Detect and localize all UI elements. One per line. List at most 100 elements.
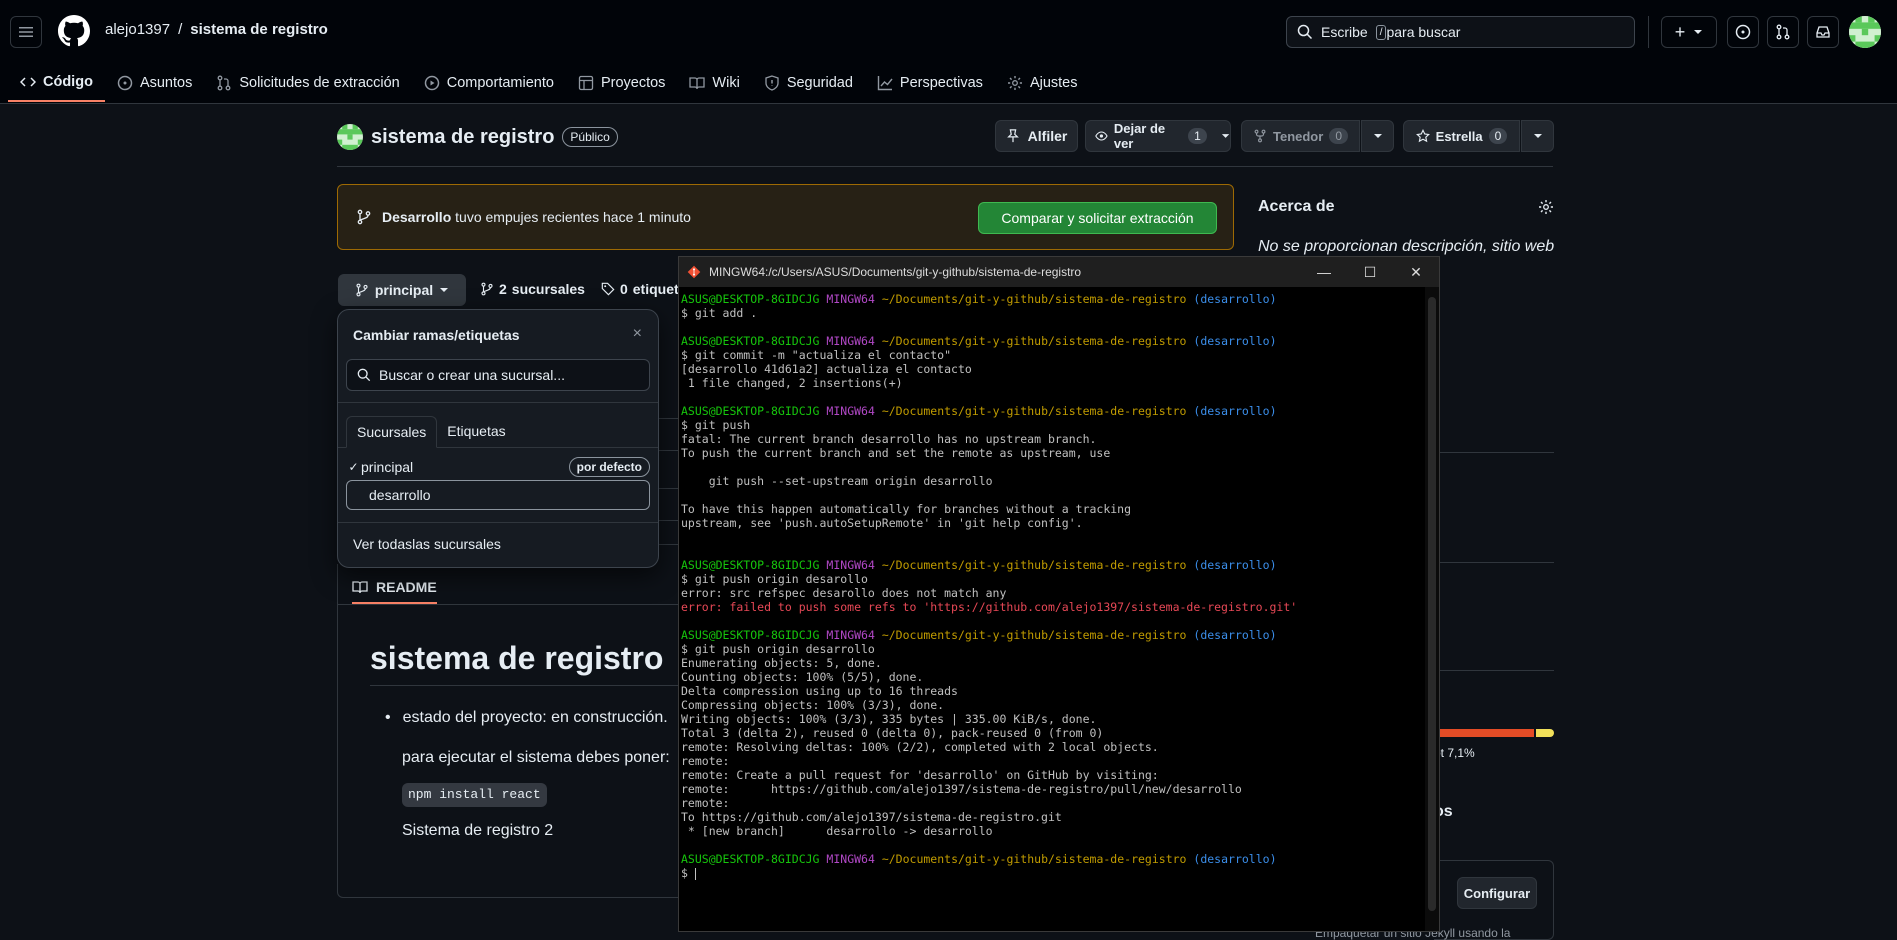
- terminal-output-line: Writing objects: 100% (3/3), 335 bytes |…: [681, 712, 1097, 726]
- pin-label: Alfiler: [1027, 128, 1068, 144]
- check-icon: ✓: [348, 460, 359, 474]
- text-cursor: [694, 867, 696, 880]
- branches-count: 2: [499, 281, 507, 297]
- tab-code[interactable]: Código: [8, 64, 105, 102]
- watch-button[interactable]: Dejar de ver 1: [1085, 120, 1231, 152]
- tab-settings[interactable]: Ajustes: [995, 64, 1090, 102]
- tab-security[interactable]: Seguridad: [752, 64, 865, 102]
- terminal-error-line: error: failed to push some refs to 'http…: [681, 600, 1298, 614]
- window-controls: — ☐ ✕: [1301, 257, 1439, 287]
- terminal-output[interactable]: ASUS@DESKTOP-8GIDCJG MINGW64 ~/Documents…: [681, 292, 1421, 928]
- terminal-prompt-line: ASUS@DESKTOP-8GIDCJG MINGW64 ~/Documents…: [681, 334, 1421, 348]
- star-icon: [1415, 129, 1430, 143]
- identicon-icon: [337, 124, 363, 150]
- tab-pull-requests[interactable]: Solicitudes de extracción: [204, 64, 411, 102]
- issues-button[interactable]: [1727, 16, 1759, 48]
- readme-tab[interactable]: README: [352, 572, 437, 604]
- terminal-prompt-line: ASUS@DESKTOP-8GIDCJG MINGW64 ~/Documents…: [681, 558, 1421, 572]
- branch-item-desarrollo[interactable]: desarrollo: [346, 480, 650, 510]
- fork-dropdown[interactable]: [1361, 120, 1394, 152]
- caret-down-icon: [1373, 134, 1382, 138]
- banner-branch[interactable]: Desarrollo: [382, 209, 451, 225]
- owner-link[interactable]: alejo1397: [105, 21, 170, 38]
- caret-down-icon: [440, 288, 449, 292]
- tab-tags[interactable]: Etiquetas: [437, 415, 515, 447]
- readme-code: npm install react: [402, 783, 547, 807]
- search-placeholder: Escribe: [1321, 24, 1368, 40]
- tab-projects[interactable]: Proyectos: [566, 64, 677, 102]
- language-percent: ot 7,1%: [1434, 746, 1475, 760]
- divider: [659, 450, 679, 451]
- tab-issues[interactable]: Asuntos: [105, 64, 204, 102]
- minimize-icon[interactable]: —: [1301, 257, 1347, 287]
- repo-name[interactable]: sistema de registro: [371, 126, 554, 149]
- terminal-output-line: Delta compression using up to 16 threads: [681, 684, 958, 698]
- branch-selector-button[interactable]: principal: [338, 274, 466, 306]
- issue-icon: [117, 75, 133, 91]
- terminal-window[interactable]: MINGW64:/c/Users/ASUS/Documents/git-y-gi…: [678, 256, 1440, 932]
- divider: [370, 685, 679, 686]
- fork-icon: [1254, 129, 1266, 143]
- pin-icon: [1006, 129, 1019, 143]
- tab-label: Código: [43, 74, 93, 90]
- tab-actions[interactable]: Comportamiento: [412, 64, 566, 102]
- close-icon[interactable]: ×: [633, 325, 642, 343]
- compare-pull-request-button[interactable]: Comparar y solicitar extracción: [978, 202, 1217, 234]
- breadcrumb-separator: /: [178, 21, 183, 38]
- branch-search-input[interactable]: Buscar o crear una sucursal...: [346, 359, 650, 391]
- readme-line: Sistema de registro 2: [402, 821, 554, 839]
- maximize-icon[interactable]: ☐: [1347, 257, 1393, 287]
- divider: [1434, 452, 1554, 453]
- terminal-command: $: [681, 866, 696, 880]
- branch-name: principal: [361, 459, 414, 475]
- pull-requests-button[interactable]: [1767, 16, 1799, 48]
- prompt-path: ~/Documents/git-y-github/sistema-de-regi…: [881, 404, 1187, 418]
- pin-button[interactable]: Alfiler: [995, 120, 1078, 152]
- search-input[interactable]: Escribe / para buscar: [1286, 16, 1635, 48]
- branches-link[interactable]: 2 sucursales: [480, 281, 585, 297]
- branch-item-principal[interactable]: ✓ principal por defecto: [346, 455, 650, 479]
- tab-insights[interactable]: Perspectivas: [865, 64, 995, 102]
- book-icon: [352, 581, 368, 594]
- star-dropdown[interactable]: [1521, 120, 1554, 152]
- terminal-output-line: upstream, see 'push.autoSetupRemote' in …: [681, 516, 1083, 530]
- caret-down-icon: [1694, 30, 1703, 34]
- tab-wiki[interactable]: Wiki: [677, 64, 751, 102]
- github-logo[interactable]: [58, 15, 90, 47]
- about-description: No se proporcionan descripción, sitio we…: [1258, 238, 1555, 255]
- repo-link[interactable]: sistema de registro: [190, 21, 328, 38]
- terminal-scrollbar[interactable]: [1425, 287, 1439, 931]
- inbox-button[interactable]: [1807, 16, 1839, 48]
- terminal-command: $ git push: [681, 418, 751, 432]
- readme-body: • estado del proyecto: en construcción. p…: [370, 706, 670, 843]
- menu-button[interactable]: [10, 16, 42, 48]
- recent-push-banner: Desarrollo tuvo empujes recientes hace 1…: [337, 184, 1234, 250]
- close-icon[interactable]: ✕: [1393, 257, 1439, 287]
- git-bash-icon: [687, 265, 701, 279]
- terminal-output-line: error: src refspec desarollo does not ma…: [681, 586, 1007, 600]
- star-button[interactable]: Estrella 0: [1403, 120, 1520, 152]
- about-settings-button[interactable]: [1538, 199, 1554, 215]
- configure-button[interactable]: Configurar: [1457, 877, 1537, 909]
- divider: [338, 522, 658, 523]
- repo-title: sistema de registro Público: [337, 124, 618, 150]
- fork-button[interactable]: Tenedor 0: [1241, 120, 1360, 152]
- branches-label: sucursales: [511, 281, 585, 297]
- prompt-host: MINGW64: [826, 292, 875, 306]
- play-icon: [424, 75, 439, 91]
- terminal-prompt-line: ASUS@DESKTOP-8GIDCJG MINGW64 ~/Documents…: [681, 292, 1421, 306]
- scrollbar-thumb[interactable]: [1428, 297, 1436, 911]
- user-avatar[interactable]: [1849, 16, 1881, 48]
- view-all-branches-link[interactable]: Ver todaslas sucursales: [353, 536, 501, 552]
- tab-branches[interactable]: Sucursales: [346, 416, 438, 448]
- fork-label: Tenedor: [1272, 128, 1324, 144]
- create-new-button[interactable]: +: [1661, 16, 1717, 48]
- terminal-output-line: To https://github.com/alejo1397/sistema-…: [681, 810, 1062, 824]
- current-branch: principal: [374, 282, 434, 298]
- prompt-path: ~/Documents/git-y-github/sistema-de-regi…: [881, 558, 1187, 572]
- prompt-user: ASUS@DESKTOP-8GIDCJG: [681, 334, 820, 348]
